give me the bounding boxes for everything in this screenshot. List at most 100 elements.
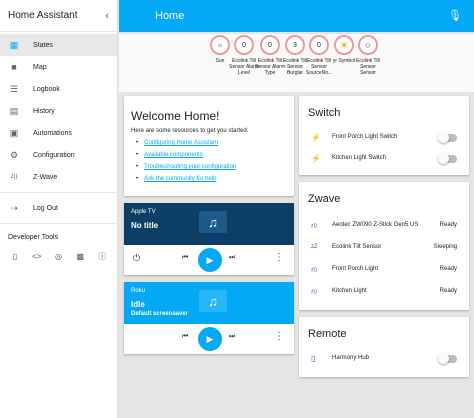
link-community[interactable]: Ask the community for help [136, 176, 236, 182]
remote-icon[interactable]: ▯ [4, 247, 26, 265]
badge-sensor[interactable]: ○ Ecolink Tilt Sensor Sensor [356, 35, 380, 76]
grid-icon: ▦ [9, 39, 19, 50]
entity-row[interactable]: z)) Aeotec ZW090 Z-Stick Gen5 US Ready [299, 218, 469, 234]
toggle-switch[interactable] [438, 153, 457, 164]
developer-tools-heading: Developer Tools [8, 234, 59, 241]
gear-icon: ⚙ [9, 149, 19, 160]
sun-icon: ☼ [210, 35, 230, 55]
entity-status: Ready [439, 222, 457, 228]
zwave-card: Zwave z)) Aeotec ZW090 Z-Stick Gen5 US R… [299, 182, 469, 310]
link-components[interactable]: Available components [136, 152, 236, 158]
entity-row[interactable]: z)) Front Porch Light Ready [299, 262, 469, 278]
media-controls: ⏮ ▶ ⏭ ⋮ [124, 324, 294, 354]
sidebar: Home Assistant ‹ ▦ States ■ Map ☰ Logboo… [0, 0, 118, 418]
film-icon: ♫ [199, 211, 227, 233]
badge-sun[interactable]: ☼ Sun [209, 35, 231, 64]
entity-row[interactable]: ⚡ Kitchen Light Switch [299, 151, 469, 167]
badge-alarm-level[interactable]: 0 Ecolink Tilt Sensor Alarm Level [229, 35, 259, 76]
zwave-icon: z)) [10, 174, 18, 180]
previous-track-icon[interactable]: ⏮ [182, 254, 188, 262]
sidebar-item-logbook[interactable]: ☰ Logbook [0, 78, 117, 100]
media-controls: ⏻ ⏮ ▶ ⏭ ⋮ [124, 245, 294, 275]
page-title: Home [155, 10, 185, 22]
toggle-switch[interactable] [438, 132, 457, 143]
sidebar-item-label: Automations [33, 129, 72, 137]
play-button[interactable]: ▶ [198, 248, 222, 272]
bolt-icon: ⚡ [311, 133, 321, 142]
entity-row[interactable]: ⚡ Front Porch Light Switch [299, 130, 469, 146]
list-icon: ☰ [9, 83, 19, 94]
entity-row[interactable]: ▯ Harmony Hub [299, 351, 469, 367]
top-app-bar: Home 🎙 [119, 0, 474, 32]
sidebar-item-logout[interactable]: ⇢ Log Out [0, 197, 117, 219]
bolt-icon: ⚡ [311, 154, 321, 163]
zwave-icon: z)) [311, 289, 317, 295]
file-icon[interactable]: ▩ [69, 247, 91, 265]
card-title: Zwave [308, 193, 341, 205]
badge-burglar[interactable]: 3 Ecolink Tilt Sensor Burglar [283, 35, 307, 76]
sidebar-item-label: Logbook [33, 85, 60, 93]
remote-card: Remote ▯ Harmony Hub [299, 317, 469, 377]
sleep-icon: zZ [311, 244, 318, 250]
sidebar-item-label: History [33, 107, 55, 115]
welcome-intro: Here are some resources to get you start… [131, 128, 249, 134]
sidebar-divider [0, 223, 117, 224]
entity-name: Kitchen Light Switch [332, 155, 387, 161]
podcast-icon[interactable]: ◎ [48, 247, 70, 265]
link-troubleshooting[interactable]: Troubleshooting your configuration [136, 164, 236, 170]
welcome-title: Welcome Home! [131, 109, 220, 123]
badge-sourceno[interactable]: 0 Ecolink Tilt Sensor SourceNo... [306, 35, 332, 76]
more-vert-icon[interactable]: ⋮ [274, 331, 284, 342]
next-track-icon[interactable]: ⏭ [229, 333, 235, 341]
sidebar-divider [0, 192, 117, 193]
power-icon[interactable]: ⏻ [133, 253, 140, 264]
badge-row: ☼ Sun 0 Ecolink Tilt Sensor Alarm Level … [119, 34, 474, 92]
sidebar-item-configuration[interactable]: ⚙ Configuration [0, 144, 117, 166]
media-player-roku: ♫ Roku Idle Default screensaver ⏮ ▶ ⏭ ⋮ [124, 282, 294, 354]
resource-links: Configuring Home Assistant Available com… [136, 140, 236, 188]
entity-name: Ecolink Tilt Sensor [332, 244, 382, 250]
collapse-sidebar-icon[interactable]: ‹ [105, 10, 109, 22]
badge-alarm-type[interactable]: 0 Ecolink Tilt Sensor Alarm Type [255, 35, 285, 76]
sidebar-item-map[interactable]: ■ Map [0, 56, 117, 78]
entity-name: Front Porch Light Switch [332, 134, 398, 140]
sidebar-item-history[interactable]: ▤ History [0, 100, 117, 122]
microphone-icon[interactable]: 🎙 [448, 9, 462, 22]
toggle-switch[interactable] [438, 353, 457, 364]
badge-value: 0 [309, 35, 329, 55]
play-button[interactable]: ▶ [198, 327, 222, 351]
badge-label: Ecolink Tilt Sensor Sensor [356, 58, 380, 76]
sidebar-item-states[interactable]: ▦ States [0, 34, 117, 56]
app-title: Home Assistant [8, 10, 78, 21]
switch-card: Switch ⚡ Front Porch Light Switch ⚡ Kitc… [299, 96, 469, 175]
sidebar-header: Home Assistant ‹ [0, 0, 117, 32]
sidebar-item-label: Configuration [33, 151, 75, 159]
robot-icon: ▣ [9, 127, 19, 138]
previous-track-icon[interactable]: ⏮ [182, 333, 188, 341]
media-state: Idle [131, 300, 145, 309]
entity-row[interactable]: z)) Kitchen Light Ready [299, 284, 469, 300]
sidebar-item-zwave[interactable]: z)) Z-Wave [0, 166, 117, 188]
media-player-apple-tv: ♫ Apple TV No title ⏻ ⏮ ▶ ⏭ ⋮ [124, 203, 294, 275]
badge-yr-symbol[interactable]: ☀ yr Symbol [333, 35, 355, 64]
code-icon[interactable]: <> [26, 247, 48, 265]
link-configuring[interactable]: Configuring Home Assistant [136, 140, 236, 146]
card-title: Switch [308, 107, 341, 119]
entity-name: Harmony Hub [332, 355, 370, 361]
entity-name: Front Porch Light [332, 266, 379, 272]
media-name: Roku [131, 288, 146, 294]
bar-chart-icon: ▤ [9, 105, 19, 116]
more-vert-icon[interactable]: ⋮ [274, 252, 284, 263]
person-icon: ■ [11, 62, 17, 72]
welcome-card: Welcome Home! Here are some resources to… [124, 96, 294, 196]
info-icon[interactable]: ⓘ [91, 247, 113, 265]
next-track-icon[interactable]: ⏭ [229, 254, 235, 262]
zwave-icon: z)) [311, 223, 317, 229]
zwave-icon: z)) [311, 267, 317, 273]
entity-row[interactable]: zZ Ecolink Tilt Sensor Sleeping [299, 240, 469, 256]
weather-sun-icon: ☀ [334, 35, 354, 55]
sidebar-item-label: Z-Wave [33, 173, 58, 181]
developer-tools-bar: ▯ <> ◎ ▩ ⓘ [0, 245, 117, 267]
card-title: Remote [308, 328, 347, 340]
sidebar-item-automations[interactable]: ▣ Automations [0, 122, 117, 144]
